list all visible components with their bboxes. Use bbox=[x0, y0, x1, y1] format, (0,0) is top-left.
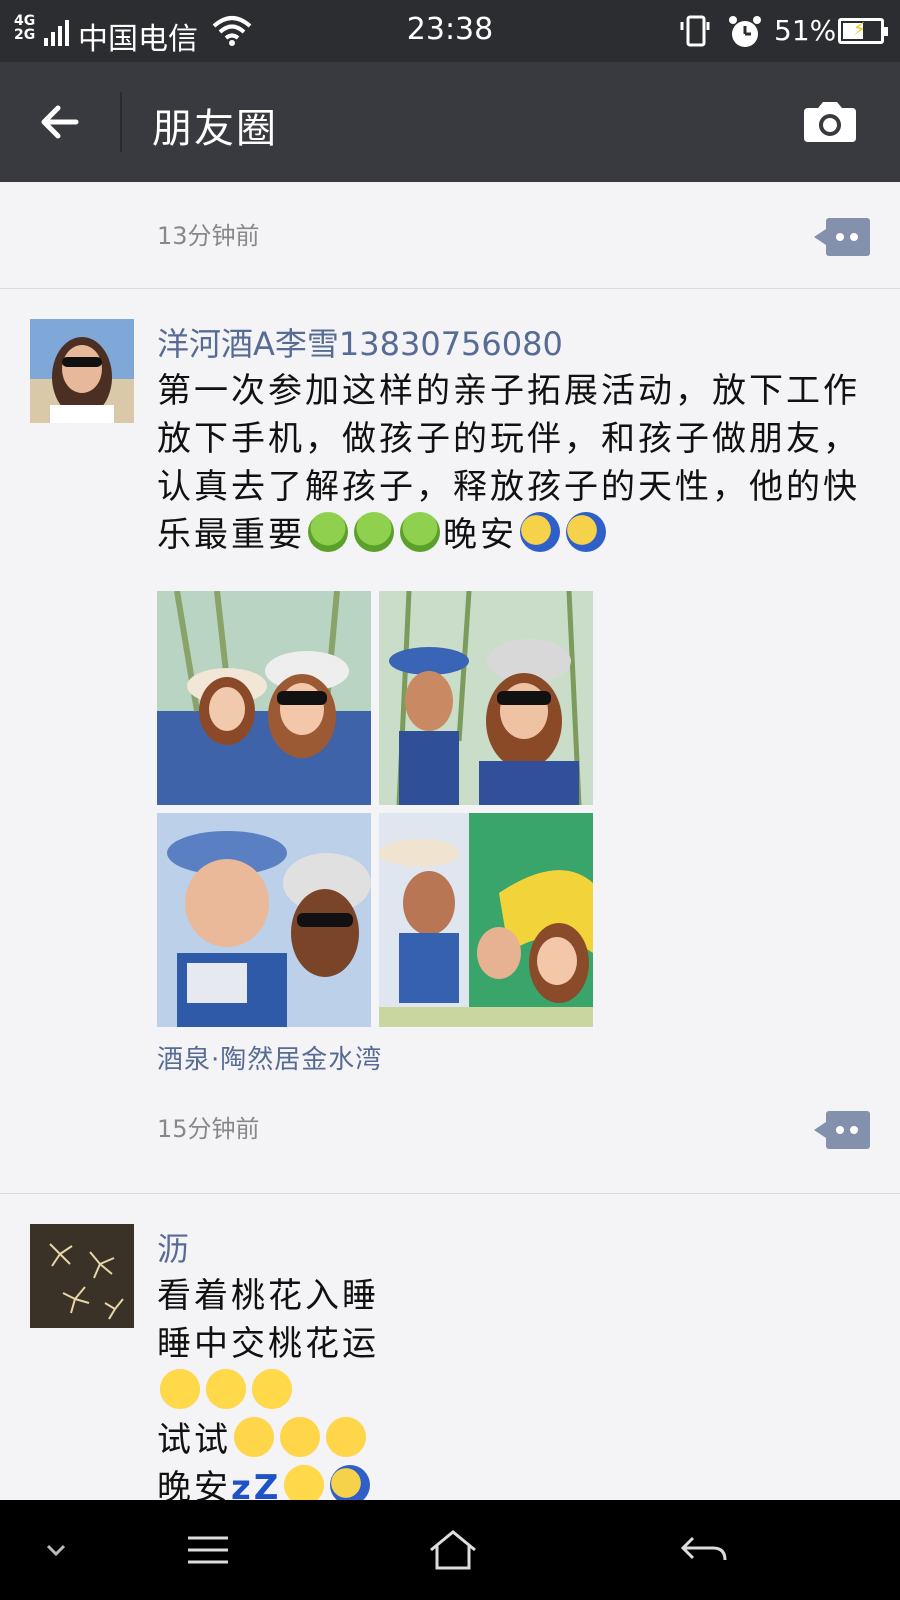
charging-icon: ⚡ bbox=[853, 19, 866, 40]
photo-thumbnail[interactable] bbox=[379, 813, 593, 1027]
sleeping-emoji-icon bbox=[284, 1465, 325, 1500]
text-line: 试试 bbox=[157, 1416, 877, 1464]
text-line-label: 晚安 bbox=[157, 1468, 231, 1500]
text-line: 晚安zZ bbox=[157, 1464, 877, 1500]
grin-emoji-icon bbox=[160, 1369, 200, 1409]
thinking-emoji-icon bbox=[280, 1417, 320, 1457]
moment-post: 洋河酒A李雪13830756080 第一次参加这样的亲子拓展活动，放下工作放下手… bbox=[0, 289, 900, 1194]
vibrate-icon bbox=[680, 15, 710, 47]
status-bar: 4G 2G 中国电信 23:38 51% ⚡ bbox=[0, 0, 900, 62]
post-text: 看着桃花入睡 睡中交桃花运 试试 晚安zZ bbox=[157, 1272, 877, 1500]
author-name[interactable]: 洋河酒A李雪13830756080 bbox=[157, 319, 563, 365]
comment-button[interactable] bbox=[814, 1111, 870, 1149]
alarm-icon bbox=[729, 16, 761, 47]
battery-percent: 51% bbox=[774, 14, 837, 47]
moment-post: 沥 看着桃花入睡 睡中交桃花运 试试 晚安zZ bbox=[0, 1194, 900, 1500]
post-body-suffix: 晚安 bbox=[443, 515, 517, 555]
avatar[interactable] bbox=[30, 1224, 134, 1328]
frog-emoji-icon bbox=[354, 512, 394, 552]
photo-thumbnail[interactable] bbox=[157, 813, 371, 1027]
camera-icon[interactable] bbox=[800, 98, 860, 146]
clock: 23:38 bbox=[406, 12, 494, 47]
moon-emoji-icon bbox=[566, 512, 606, 552]
arrow-left-icon[interactable] bbox=[36, 98, 84, 146]
page-title: 朋友圈 bbox=[152, 106, 278, 152]
grin-emoji-icon bbox=[252, 1369, 292, 1409]
text-line: 睡中交桃花运 bbox=[157, 1324, 379, 1364]
thinking-emoji-icon bbox=[234, 1417, 274, 1457]
avatar[interactable] bbox=[30, 319, 134, 423]
moon-emoji-icon bbox=[520, 512, 560, 552]
thinking-emoji-icon bbox=[326, 1417, 366, 1457]
system-navigation-bar bbox=[0, 1500, 900, 1600]
post-timestamp: 13分钟前 bbox=[157, 222, 260, 250]
frog-emoji-icon bbox=[308, 512, 348, 552]
post-location[interactable]: 酒泉·陶然居金水湾 bbox=[157, 1039, 382, 1076]
back-icon[interactable] bbox=[675, 1528, 731, 1572]
top-nav-bar: 朋友圈 bbox=[0, 62, 900, 182]
photo-thumbnail[interactable] bbox=[379, 591, 593, 805]
text-line-emoji bbox=[157, 1368, 877, 1416]
post-timestamp: 15分钟前 bbox=[157, 1115, 260, 1143]
photo-thumbnail[interactable] bbox=[157, 591, 371, 805]
post-text: 第一次参加这样的亲子拓展活动，放下工作放下手机，做孩子的玩伴，和孩子做朋友，认真… bbox=[157, 367, 877, 559]
moments-feed[interactable]: 13分钟前 洋河酒A李雪13830756080 第一次参加这样的亲子拓展活动，放… bbox=[0, 182, 900, 1500]
post-footer: 13分钟前 bbox=[0, 182, 900, 289]
chevron-down-icon[interactable] bbox=[28, 1528, 84, 1572]
home-icon[interactable] bbox=[425, 1528, 481, 1572]
comment-button[interactable] bbox=[814, 218, 870, 256]
text-line: 看着桃花入睡 bbox=[157, 1276, 379, 1316]
crescent-moon-icon bbox=[330, 1465, 371, 1500]
frog-emoji-icon bbox=[400, 512, 440, 552]
menu-icon[interactable] bbox=[180, 1528, 236, 1572]
photo-grid bbox=[157, 591, 597, 1027]
battery-icon: ⚡ bbox=[838, 18, 888, 44]
text-line-label: 试试 bbox=[157, 1420, 231, 1460]
nav-divider bbox=[120, 92, 122, 152]
author-name[interactable]: 沥 bbox=[157, 1224, 189, 1270]
sleep-zz: zZ bbox=[231, 1468, 282, 1500]
grin-emoji-icon bbox=[206, 1369, 246, 1409]
